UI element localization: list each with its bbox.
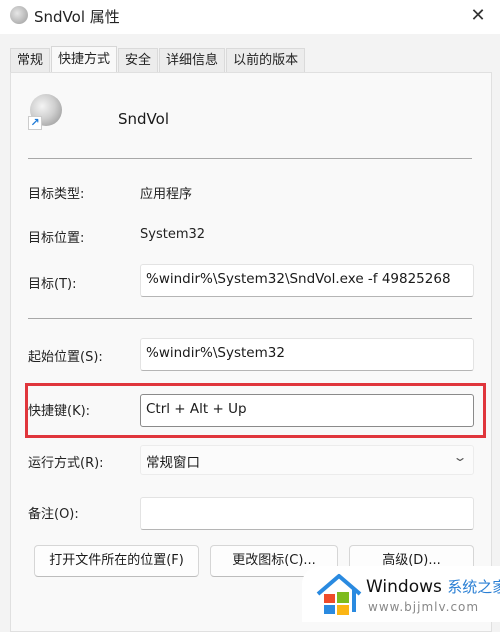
target-type-label: 目标类型: (28, 187, 85, 202)
shortcut-name: SndVol (118, 110, 169, 128)
watermark: Windows 系统之家 www.bjjmlv.com (302, 566, 500, 622)
target-location-value: System32 (140, 227, 206, 242)
tab-details[interactable]: 详细信息 (159, 48, 226, 72)
speaker-shortcut-icon: ↗ (28, 92, 64, 130)
start-in-input[interactable]: %windir%\System32 (140, 338, 474, 371)
window-title: SndVol 属性 (34, 8, 120, 26)
divider (28, 318, 472, 319)
watermark-title-cn: 系统之家 (447, 578, 500, 596)
target-type-value: 应用程序 (140, 187, 193, 202)
start-in-label: 起始位置(S): (28, 350, 103, 365)
shortcut-arrow-icon: ↗ (28, 116, 42, 130)
run-select-value: 常规窗口 (146, 455, 200, 471)
comment-label: 备注(O): (28, 507, 79, 522)
hotkey-label: 快捷键(K): (28, 404, 91, 419)
divider (28, 158, 472, 159)
chevron-down-icon: ⌄ (452, 450, 468, 464)
target-input[interactable]: %windir%\System32\SndVol.exe -f 49825268 (140, 264, 474, 297)
open-file-location-button[interactable]: 打开文件所在的位置(F) (34, 545, 199, 577)
run-label: 运行方式(R): (28, 456, 104, 471)
hotkey-input[interactable]: Ctrl + Alt + Up (140, 394, 474, 427)
close-button[interactable]: ✕ (466, 4, 490, 28)
tab-general[interactable]: 常规 (10, 48, 51, 72)
tab-shortcut[interactable]: 快捷方式 (51, 46, 118, 72)
tab-bar: 常规 快捷方式 安全 详细信息 以前的版本 (10, 46, 306, 72)
watermark-title: Windows 系统之家 (366, 576, 500, 597)
tab-security[interactable]: 安全 (118, 48, 159, 72)
run-select[interactable]: 常规窗口 ⌄ (140, 445, 474, 475)
windows-house-logo-icon (316, 574, 362, 615)
watermark-url: www.bjjmlv.com (368, 600, 480, 614)
watermark-title-en: Windows (366, 577, 442, 597)
close-icon: ✕ (470, 5, 486, 26)
comment-input[interactable] (140, 497, 474, 530)
speaker-icon (10, 6, 28, 24)
target-location-label: 目标位置: (28, 231, 85, 246)
target-label: 目标(T): (28, 277, 77, 292)
tab-previous-versions[interactable]: 以前的版本 (226, 48, 306, 72)
title-bar: SndVol 属性 ✕ (0, 0, 500, 34)
